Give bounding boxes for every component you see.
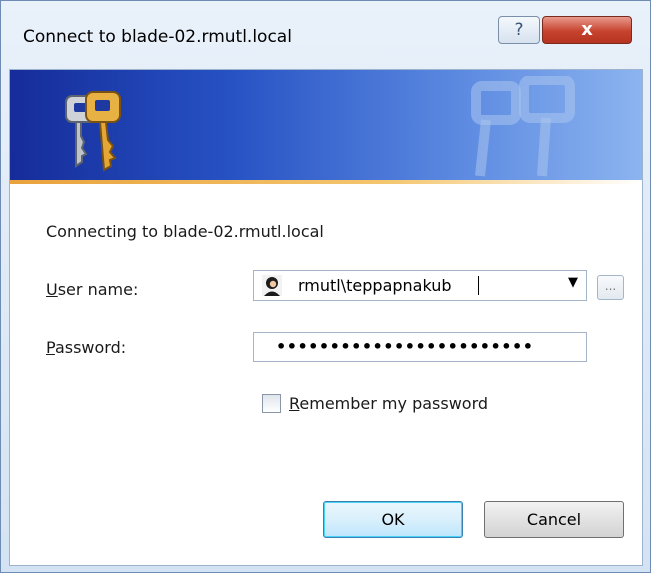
- help-icon: ?: [514, 20, 524, 40]
- dropdown-arrow-icon[interactable]: ▼: [568, 275, 578, 290]
- browse-users-button[interactable]: ...: [597, 275, 624, 300]
- close-button[interactable]: x: [542, 16, 632, 44]
- username-combobox[interactable]: rmutl\teppapnakub ▼: [253, 270, 587, 301]
- title-bar[interactable]: Connect to blade-02.rmutl.local ? x: [1, 1, 650, 69]
- text-caret: [478, 276, 479, 295]
- username-label: User name:: [46, 280, 139, 299]
- close-icon: x: [581, 19, 593, 40]
- keys-watermark-icon: [471, 76, 575, 177]
- password-field[interactable]: ••••••••••••••••••••••••: [253, 332, 587, 362]
- window-title: Connect to blade-02.rmutl.local: [23, 27, 292, 47]
- password-label: Password:: [46, 338, 127, 357]
- username-value: rmutl\teppapnakub: [298, 276, 452, 295]
- help-button[interactable]: ?: [498, 16, 540, 44]
- remember-password-label[interactable]: Remember my password: [289, 394, 488, 413]
- keys-icon: [65, 91, 121, 172]
- dialog-body: Connecting to blade-02.rmutl.local User …: [9, 69, 643, 566]
- credentials-dialog: Connect to blade-02.rmutl.local ? x Conn…: [0, 0, 651, 573]
- cancel-button[interactable]: Cancel: [484, 501, 624, 538]
- remember-password-checkbox[interactable]: [262, 394, 281, 413]
- ok-button[interactable]: OK: [323, 501, 463, 538]
- banner-accent-stripe: [10, 180, 642, 184]
- connecting-message: Connecting to blade-02.rmutl.local: [46, 222, 324, 241]
- banner: [10, 70, 642, 180]
- user-avatar-icon: [262, 275, 282, 296]
